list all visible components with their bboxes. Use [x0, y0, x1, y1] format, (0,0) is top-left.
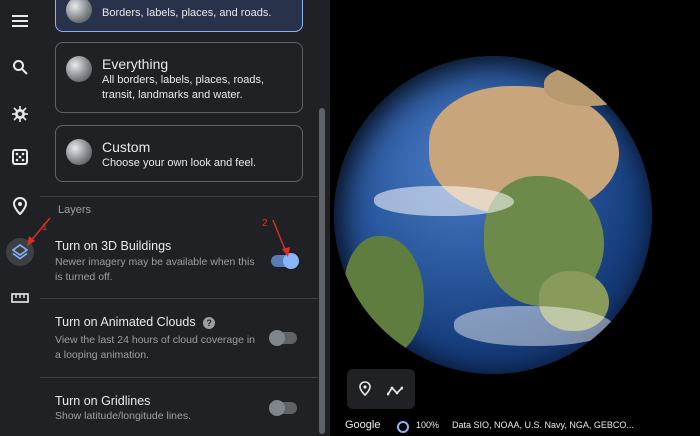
- google-logo: Google: [345, 419, 381, 431]
- measure-path-icon[interactable]: [386, 383, 404, 401]
- data-attribution[interactable]: Data SIO, NOAA, U.S. Navy, NGA, GEBCO...: [452, 420, 634, 430]
- annotation-marker-2: 2: [262, 218, 268, 229]
- earth-globe[interactable]: [334, 56, 652, 374]
- zoom-indicator-icon: [397, 421, 409, 433]
- annotation-marker-1: 1: [42, 222, 48, 233]
- clouds: [454, 306, 614, 346]
- zoom-level: 100%: [416, 420, 440, 430]
- land-europe: [544, 66, 634, 106]
- globe-view[interactable]: Google 100% Data SIO, NOAA, U.S. Navy, N…: [330, 0, 700, 436]
- annotation-arrow-2: [272, 219, 287, 253]
- clouds: [374, 186, 514, 216]
- map-controls: [347, 369, 415, 409]
- annotation-arrows: [27, 217, 290, 257]
- location-pin-icon[interactable]: [359, 381, 371, 401]
- land-south-america: [344, 236, 424, 356]
- annotation-arrowhead-2: [282, 247, 290, 257]
